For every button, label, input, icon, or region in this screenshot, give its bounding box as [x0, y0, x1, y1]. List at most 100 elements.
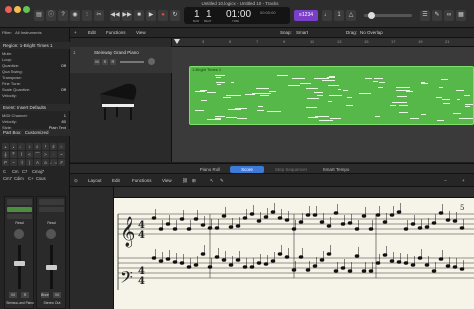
chord-item[interactable]: Cm7 — [3, 176, 12, 181]
chord-item[interactable]: Cmaj7 — [32, 169, 44, 174]
tab-piano-roll[interactable]: Piano Roll — [190, 166, 230, 173]
rest-icon[interactable]: 𝄽 — [42, 143, 49, 150]
note-quarter-icon[interactable]: ♩ — [18, 143, 25, 150]
tempo-icon[interactable]: ♩= — [50, 159, 57, 166]
scissors-icon[interactable]: ✂ — [94, 10, 104, 21]
info-icon[interactable]: ⓘ — [46, 10, 56, 21]
functions-menu[interactable]: Functions — [132, 177, 152, 184]
volume-fader[interactable] — [14, 261, 25, 266]
forward-icon[interactable]: ▶▶ — [122, 10, 132, 21]
play-icon[interactable]: ▶ — [146, 10, 156, 21]
edit-menu[interactable]: Edit — [88, 29, 96, 37]
library-icon[interactable]: ▤ — [34, 10, 44, 21]
bass-clef-icon[interactable]: 𝄢 — [10, 151, 17, 158]
eq-thumbnail[interactable] — [7, 199, 32, 205]
drag-select[interactable]: No Overlap — [360, 29, 383, 37]
timeline-ruler[interactable]: 1 3 5 7 9 11 13 15 17 19 21 — [172, 38, 474, 47]
region-header[interactable]: Region: 1-Bright Times 1 — [0, 42, 70, 49]
note-half-icon[interactable]: 𝅗𝅥 — [10, 143, 17, 150]
track-name[interactable]: Steinway Grand Piano — [94, 50, 139, 55]
browser-icon[interactable]: ▦ — [456, 10, 466, 21]
solo-button[interactable]: S — [21, 292, 29, 298]
note-whole-icon[interactable]: 𝅝 — [2, 143, 9, 150]
mute-button[interactable]: M — [53, 292, 61, 298]
track-add-icon[interactable]: + — [74, 29, 77, 37]
master-volume-slider[interactable] — [364, 12, 412, 19]
mute-button[interactable]: M — [9, 292, 17, 298]
text-icon[interactable]: A — [34, 159, 41, 166]
fermata-icon[interactable]: 𝄐 — [58, 151, 65, 158]
filter-row[interactable]: Filter: All Instruments — [2, 30, 68, 36]
trill-icon[interactable]: ~ — [10, 159, 17, 166]
note-eighth-icon[interactable]: ♪ — [26, 143, 33, 150]
chord-item[interactable]: C7 — [22, 169, 27, 174]
dynamics-icon[interactable]: f — [18, 151, 25, 158]
slur-icon[interactable]: ⌒ — [34, 151, 41, 158]
stop-icon[interactable]: ■ — [134, 10, 144, 21]
chord-item[interactable]: Cdim — [14, 176, 24, 181]
editor-ruler[interactable] — [114, 187, 474, 198]
track-volume-slider[interactable] — [120, 61, 144, 63]
zoom-out-icon[interactable]: − — [444, 177, 447, 184]
score-set-icon[interactable]: ⊞ — [192, 177, 196, 184]
track-mute-button[interactable]: M — [94, 59, 100, 65]
tuner-icon[interactable]: ♩ — [322, 10, 332, 21]
close-window-button[interactable] — [5, 6, 12, 13]
part-box-header[interactable]: Part Box: Customized — [0, 129, 70, 136]
snap-select[interactable]: Smart — [296, 29, 308, 37]
link-icon[interactable]: ⛓ — [182, 177, 188, 184]
track-record-button[interactable]: R — [110, 59, 116, 65]
automation-mode[interactable]: Read — [7, 221, 32, 226]
zoom-in-icon[interactable]: + — [462, 177, 465, 184]
volume-fader[interactable] — [46, 265, 57, 270]
notepad-icon[interactable]: ✎ — [432, 10, 442, 21]
layout-menu[interactable]: Layout — [88, 177, 102, 184]
list-editors-icon[interactable]: ☰ — [420, 10, 430, 21]
functions-menu[interactable]: Functions — [106, 29, 126, 37]
smart-controls-icon[interactable]: ◉ — [70, 10, 80, 21]
track-row[interactable]: 1 Steinway Grand Piano M S R — [70, 47, 172, 73]
pedal-icon[interactable]: P — [2, 159, 9, 166]
sharp-icon[interactable]: ♯ — [50, 143, 57, 150]
catch-icon[interactable]: ⊙ — [74, 177, 78, 184]
note-sixteenth-icon[interactable]: ♬ — [34, 143, 41, 150]
pan-knob[interactable] — [46, 229, 56, 239]
loop-browser-icon[interactable]: ∞ — [444, 10, 454, 21]
help-icon[interactable]: ? — [58, 10, 68, 21]
chord-icon[interactable]: # — [58, 159, 65, 166]
chord-item[interactable]: C — [3, 169, 6, 174]
staccato-icon[interactable]: · — [50, 151, 57, 158]
lyric-icon[interactable]: a — [42, 159, 49, 166]
tab-score[interactable]: Score — [230, 166, 264, 173]
record-icon[interactable]: ● — [158, 10, 168, 21]
pencil-tool-icon[interactable]: ✎ — [220, 177, 224, 184]
master-volume-knob[interactable] — [368, 12, 375, 19]
view-menu[interactable]: View — [162, 177, 172, 184]
event-header[interactable]: Event: Insert Defaults — [0, 104, 70, 111]
crescendo-icon[interactable]: < — [26, 151, 33, 158]
output-slot[interactable] — [7, 214, 32, 219]
setting-slot[interactable] — [7, 207, 32, 212]
lcd-display[interactable]: 1 1 01:00 00:00:00 BAR BEAT TIME — [184, 7, 290, 24]
track-pan-knob[interactable] — [148, 58, 155, 65]
edit-menu[interactable]: Edit — [112, 177, 120, 184]
minimize-window-button[interactable] — [14, 6, 21, 13]
zoom-window-button[interactable] — [23, 6, 30, 13]
repeat-icon[interactable]: 𝄇 — [18, 159, 25, 166]
chord-item[interactable]: Csus — [36, 176, 46, 181]
tab-smart-tempo[interactable]: Smart Tempo — [316, 166, 356, 173]
barline-icon[interactable]: | — [26, 159, 33, 166]
eq-thumbnail[interactable] — [39, 199, 64, 205]
rewind-icon[interactable]: ◀◀ — [110, 10, 120, 21]
count-in-icon[interactable]: 1 — [334, 10, 344, 21]
automation-mode[interactable]: Read — [39, 221, 64, 226]
accent-icon[interactable]: > — [42, 151, 49, 158]
pointer-tool-icon[interactable]: ↖ — [210, 177, 214, 184]
midi-region[interactable]: 1-Bright Times 1 — [189, 66, 474, 125]
chord-item[interactable]: Cm — [12, 169, 19, 174]
chord-item[interactable]: C+ — [28, 176, 33, 181]
mixer-icon[interactable]: ⫶ — [82, 10, 92, 21]
bounce-button[interactable]: Bnce — [41, 292, 49, 298]
treble-clef-icon[interactable]: 𝄞 — [2, 151, 9, 158]
score-editor[interactable]: 𝄞 𝄢 4 4 4 4 5 — [114, 198, 474, 309]
